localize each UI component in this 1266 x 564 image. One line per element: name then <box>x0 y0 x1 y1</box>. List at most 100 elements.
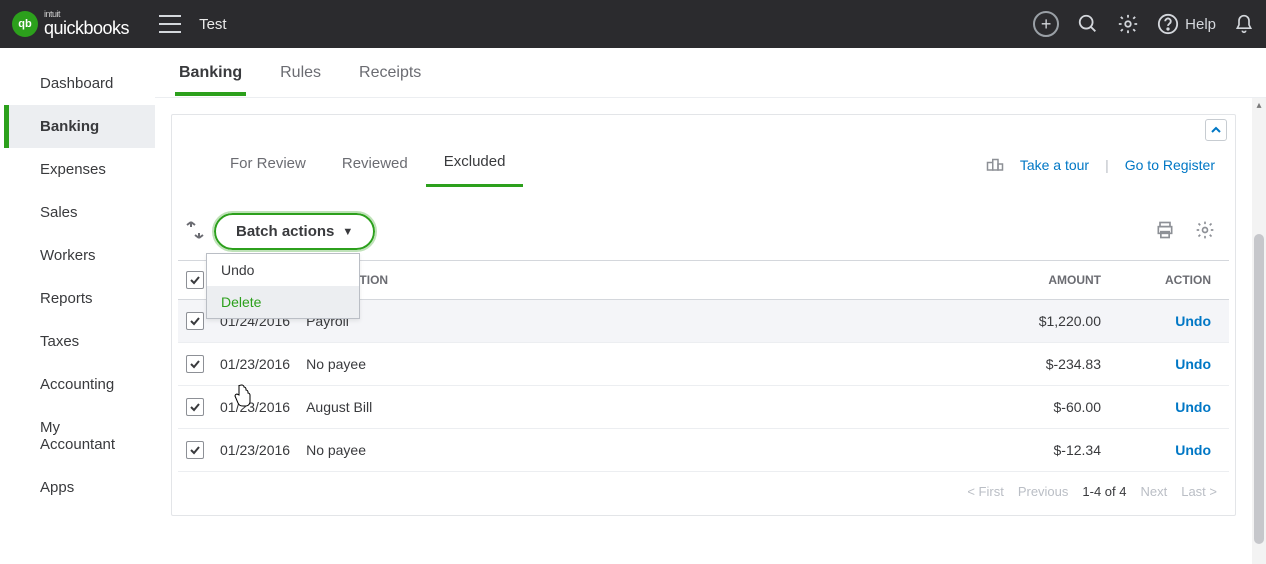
actions-row: Batch actions ▼ Undo Delet <box>172 195 1235 260</box>
filter-right-links: Take a tour | Go to Register <box>986 156 1215 175</box>
collapse-toggle[interactable] <box>1205 119 1227 141</box>
row-checkbox[interactable] <box>186 312 204 330</box>
sidebar-item-label: Reports <box>40 290 93 307</box>
cell-amount: $1,220.00 <box>989 300 1109 343</box>
table-tool-icons <box>1155 220 1215 243</box>
row-checkbox[interactable] <box>186 355 204 373</box>
row-action-undo[interactable]: Undo <box>1175 313 1211 329</box>
gear-icon[interactable] <box>1117 13 1139 35</box>
tab-rules[interactable]: Rules <box>276 50 325 96</box>
cell-date: 01/23/2016 <box>212 429 298 472</box>
scrollbar-thumb[interactable] <box>1254 234 1264 544</box>
cell-amount: $-12.34 <box>989 429 1109 472</box>
page-label: 1-4 of 4 <box>1082 484 1126 499</box>
sidebar-nav: Dashboard Banking Expenses Sales Workers… <box>0 48 155 564</box>
sidebar-item-label: My Accountant <box>40 419 115 453</box>
table-settings-gear-icon[interactable] <box>1195 220 1215 243</box>
page-next[interactable]: Next <box>1140 484 1167 499</box>
hamburger-menu-icon[interactable] <box>159 15 181 33</box>
row-checkbox[interactable] <box>186 398 204 416</box>
chevron-up-icon <box>1210 124 1222 136</box>
main-content: Banking Rules Receipts For Review Review… <box>155 48 1266 564</box>
page-previous[interactable]: Previous <box>1018 484 1069 499</box>
header-actions: + Help <box>1033 11 1254 37</box>
filter-label: For Review <box>230 155 306 172</box>
qb-logo-icon: qb <box>12 11 38 37</box>
take-tour-link[interactable]: Take a tour <box>1020 157 1089 173</box>
cell-date: 01/23/2016 <box>212 386 298 429</box>
filter-reviewed[interactable]: Reviewed <box>324 145 426 186</box>
batch-menu-delete[interactable]: Delete <box>207 286 359 318</box>
go-to-register-link[interactable]: Go to Register <box>1125 157 1215 173</box>
row-action-undo[interactable]: Undo <box>1175 356 1211 372</box>
update-icon[interactable] <box>186 219 204 244</box>
page-last[interactable]: Last > <box>1181 484 1217 499</box>
bell-icon[interactable] <box>1234 13 1254 35</box>
print-icon[interactable] <box>1155 220 1175 243</box>
sidebar-item-label: Workers <box>40 247 96 264</box>
table-row[interactable]: 01/23/2016 No payee $-12.34 Undo <box>178 429 1229 472</box>
cell-date: 01/23/2016 <box>212 343 298 386</box>
sidebar-item-dashboard[interactable]: Dashboard <box>4 62 155 105</box>
col-description[interactable]: DESCRIPTION <box>298 261 989 300</box>
row-action-undo[interactable]: Undo <box>1175 442 1211 458</box>
sidebar-item-label: Dashboard <box>40 75 113 92</box>
table-row[interactable]: 01/23/2016 No payee $-234.83 Undo <box>178 343 1229 386</box>
tab-banking[interactable]: Banking <box>175 50 246 96</box>
app-header: qb intuit quickbooks Test + Help <box>0 0 1266 48</box>
sidebar-item-banking[interactable]: Banking <box>4 105 155 148</box>
section-tabs: Banking Rules Receipts <box>155 48 1266 98</box>
sidebar-item-label: Expenses <box>40 161 106 178</box>
sidebar-item-label: Sales <box>40 204 78 221</box>
table-row[interactable]: 01/23/2016 August Bill $-60.00 Undo <box>178 386 1229 429</box>
search-icon[interactable] <box>1077 13 1099 35</box>
tab-receipts[interactable]: Receipts <box>355 50 425 96</box>
row-action-undo[interactable]: Undo <box>1175 399 1211 415</box>
scroll-up-icon[interactable]: ▴ <box>1252 98 1266 112</box>
scroll-area: For Review Reviewed Excluded Take a tour… <box>155 98 1252 564</box>
batch-menu-undo[interactable]: Undo <box>207 254 359 286</box>
sidebar-item-reports[interactable]: Reports <box>4 277 155 320</box>
brand-small: intuit <box>44 10 129 18</box>
page-first[interactable]: < First <box>967 484 1003 499</box>
help-label: Help <box>1185 16 1216 33</box>
create-button[interactable]: + <box>1033 11 1059 37</box>
filter-label: Reviewed <box>342 155 408 172</box>
tour-icon <box>986 156 1004 175</box>
vertical-scrollbar[interactable]: ▴ <box>1252 98 1266 564</box>
help-button[interactable]: Help <box>1157 13 1216 35</box>
menu-item-label: Delete <box>221 294 261 310</box>
sidebar-item-sales[interactable]: Sales <box>4 191 155 234</box>
sidebar-item-apps[interactable]: Apps <box>4 466 155 509</box>
filter-excluded[interactable]: Excluded <box>426 143 524 187</box>
cell-description: No payee <box>298 429 989 472</box>
tab-label: Rules <box>280 64 321 81</box>
cell-description: Payroll <box>298 300 989 343</box>
sidebar-item-my-accountant[interactable]: My Accountant <box>4 406 155 466</box>
cell-description: August Bill <box>298 386 989 429</box>
cell-amount: $-234.83 <box>989 343 1109 386</box>
tab-label: Banking <box>179 64 242 81</box>
tab-label: Receipts <box>359 64 421 81</box>
sidebar-item-taxes[interactable]: Taxes <box>4 320 155 363</box>
row-checkbox[interactable] <box>186 441 204 459</box>
plus-icon: + <box>1033 11 1059 37</box>
pagination: < First Previous 1-4 of 4 Next Last > <box>172 472 1235 515</box>
body: Dashboard Banking Expenses Sales Workers… <box>0 48 1266 564</box>
sidebar-item-label: Accounting <box>40 376 114 393</box>
batch-actions-button[interactable]: Batch actions ▼ <box>214 213 375 250</box>
batch-actions-label: Batch actions <box>236 223 334 240</box>
sidebar-item-label: Taxes <box>40 333 79 350</box>
col-amount[interactable]: AMOUNT <box>989 261 1109 300</box>
sidebar-item-accounting[interactable]: Accounting <box>4 363 155 406</box>
sidebar-item-workers[interactable]: Workers <box>4 234 155 277</box>
separator: | <box>1105 157 1109 173</box>
brand-main: quickbooks <box>44 18 129 38</box>
sidebar-item-label: Banking <box>40 118 99 135</box>
select-all-checkbox[interactable] <box>186 271 204 289</box>
col-action: ACTION <box>1109 261 1229 300</box>
sidebar-item-expenses[interactable]: Expenses <box>4 148 155 191</box>
menu-item-label: Undo <box>221 262 254 278</box>
brand-logo: qb intuit quickbooks <box>12 10 129 39</box>
filter-for-review[interactable]: For Review <box>212 145 324 186</box>
